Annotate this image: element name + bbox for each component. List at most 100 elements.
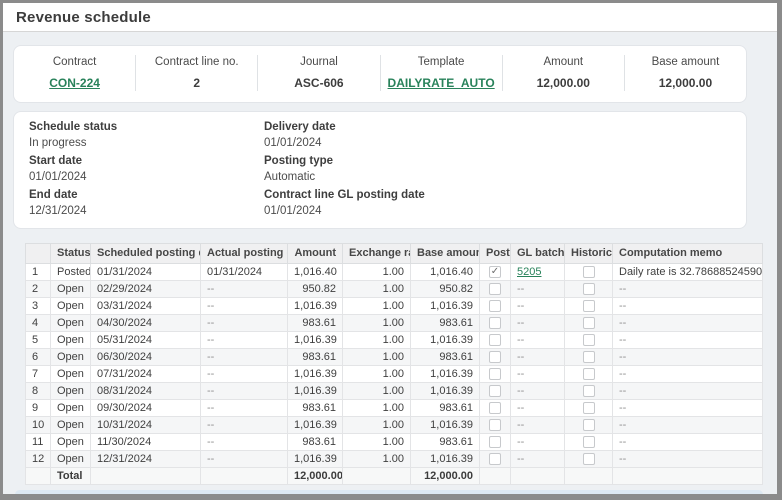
column-header-row-number — [26, 244, 51, 264]
cell-actual-posting-date: -- — [201, 349, 288, 366]
cell-base-amount: 983.61 — [411, 349, 480, 366]
historical-checkbox[interactable] — [583, 283, 595, 295]
cell-gl-batch: -- — [511, 281, 565, 298]
table-row: 1Posted01/31/202401/31/20241,016.401.001… — [26, 264, 763, 281]
cell-posted — [480, 366, 511, 383]
cell-scheduled-posting-date: 05/31/2024 — [91, 332, 201, 349]
cell-exchange-rate: 1.00 — [343, 264, 411, 281]
cell-exchange-rate: 1.00 — [343, 417, 411, 434]
cell-computation-memo: -- — [613, 434, 763, 451]
summary-label: Amount — [507, 56, 620, 68]
historical-checkbox[interactable] — [583, 368, 595, 380]
field-value: 12/31/2024 — [29, 205, 264, 218]
cell-row-number: 11 — [26, 434, 51, 451]
historical-checkbox[interactable] — [583, 300, 595, 312]
cell-computation-memo: -- — [613, 349, 763, 366]
cell-amount: 983.61 — [288, 400, 343, 417]
cell-status: Open — [51, 281, 91, 298]
schedule-table-container: StatusScheduled posting dateActual posti… — [25, 243, 747, 485]
posted-checkbox[interactable] — [489, 351, 501, 363]
cell-actual-posting-date: -- — [201, 281, 288, 298]
cell-status: Open — [51, 383, 91, 400]
column-header-computation-memo: Computation memo — [613, 244, 763, 264]
cell-scheduled-posting-date — [91, 468, 201, 485]
posted-checkbox[interactable] — [489, 453, 501, 465]
cell-amount: 1,016.39 — [288, 417, 343, 434]
historical-checkbox[interactable] — [583, 266, 595, 278]
gl-batch-link[interactable]: 5205 — [517, 266, 541, 278]
column-header-posted: Posted — [480, 244, 511, 264]
posted-checkbox[interactable] — [489, 419, 501, 431]
cell-base-amount: 1,016.39 — [411, 451, 480, 468]
field-label: Delivery date — [264, 121, 731, 134]
cell-actual-posting-date: -- — [201, 332, 288, 349]
posted-checkbox[interactable] — [489, 385, 501, 397]
template-link[interactable]: DAILYRATE_AUTO — [385, 76, 498, 90]
table-row: 9Open09/30/2024--983.611.00983.61---- — [26, 400, 763, 417]
cell-exchange-rate: 1.00 — [343, 281, 411, 298]
table-row: 11Open11/30/2024--983.611.00983.61---- — [26, 434, 763, 451]
cell-amount: 1,016.40 — [288, 264, 343, 281]
summary-field-contract: Contract CON-224 — [14, 55, 136, 91]
field-label: Start date — [29, 155, 264, 168]
field-label: Posting type — [264, 155, 731, 168]
cell-gl-batch: -- — [511, 451, 565, 468]
table-row: 4Open04/30/2024--983.611.00983.61---- — [26, 315, 763, 332]
app-window: Revenue schedule Contract CON-224 Contra… — [0, 0, 782, 500]
historical-checkbox[interactable] — [583, 317, 595, 329]
historical-checkbox[interactable] — [583, 334, 595, 346]
posted-checkbox[interactable] — [489, 317, 501, 329]
summary-value: ASC-606 — [262, 76, 375, 90]
cell-historical — [565, 264, 613, 281]
column-header-status: Status — [51, 244, 91, 264]
cell-row-number: 7 — [26, 366, 51, 383]
cell-base-amount: 983.61 — [411, 434, 480, 451]
cell-exchange-rate: 1.00 — [343, 451, 411, 468]
cell-row-number: 6 — [26, 349, 51, 366]
cell-gl-batch: -- — [511, 349, 565, 366]
field-end-date: End date 12/31/2024 — [29, 189, 264, 218]
cell-scheduled-posting-date: 06/30/2024 — [91, 349, 201, 366]
cell-gl-batch: -- — [511, 332, 565, 349]
table-row: 10Open10/31/2024--1,016.391.001,016.39--… — [26, 417, 763, 434]
schedule-table: StatusScheduled posting dateActual posti… — [25, 243, 763, 485]
posted-checkbox[interactable]: ✓ — [489, 266, 501, 278]
cell-scheduled-posting-date: 08/31/2024 — [91, 383, 201, 400]
posted-checkbox[interactable] — [489, 402, 501, 414]
cell-base-amount: 1,016.39 — [411, 298, 480, 315]
cell-gl-batch: -- — [511, 298, 565, 315]
historical-checkbox[interactable] — [583, 436, 595, 448]
cell-base-amount: 1,016.39 — [411, 366, 480, 383]
summary-strip: Contract CON-224 Contract line no. 2 Jou… — [13, 45, 747, 103]
cell-exchange-rate: 1.00 — [343, 383, 411, 400]
cell-status: Open — [51, 315, 91, 332]
cell-status: Open — [51, 417, 91, 434]
posted-checkbox[interactable] — [489, 300, 501, 312]
posted-checkbox[interactable] — [489, 334, 501, 346]
cell-actual-posting-date: -- — [201, 315, 288, 332]
contract-link[interactable]: CON-224 — [18, 76, 131, 90]
cell-actual-posting-date: -- — [201, 400, 288, 417]
summary-label: Contract — [18, 56, 131, 68]
posted-checkbox[interactable] — [489, 283, 501, 295]
historical-checkbox[interactable] — [583, 351, 595, 363]
historical-checkbox[interactable] — [583, 385, 595, 397]
historical-checkbox[interactable] — [583, 419, 595, 431]
summary-field-contract-line-no: Contract line no. 2 — [136, 55, 258, 91]
historical-checkbox[interactable] — [583, 402, 595, 414]
cell-scheduled-posting-date: 10/31/2024 — [91, 417, 201, 434]
field-value: 01/01/2024 — [264, 137, 731, 150]
table-header-row: StatusScheduled posting dateActual posti… — [26, 244, 763, 264]
historical-checkbox[interactable] — [583, 453, 595, 465]
cell-base-amount: 1,016.39 — [411, 332, 480, 349]
cell-base-amount: 1,016.39 — [411, 383, 480, 400]
column-header-actual-posting-date: Actual posting date — [201, 244, 288, 264]
field-value: 01/01/2024 — [29, 171, 264, 184]
cell-amount: 1,016.39 — [288, 298, 343, 315]
posted-checkbox[interactable] — [489, 368, 501, 380]
posted-checkbox[interactable] — [489, 436, 501, 448]
cell-computation-memo: -- — [613, 315, 763, 332]
cell-actual-posting-date: -- — [201, 417, 288, 434]
horizontal-scrollbar[interactable] — [15, 490, 763, 499]
cell-computation-memo — [613, 468, 763, 485]
